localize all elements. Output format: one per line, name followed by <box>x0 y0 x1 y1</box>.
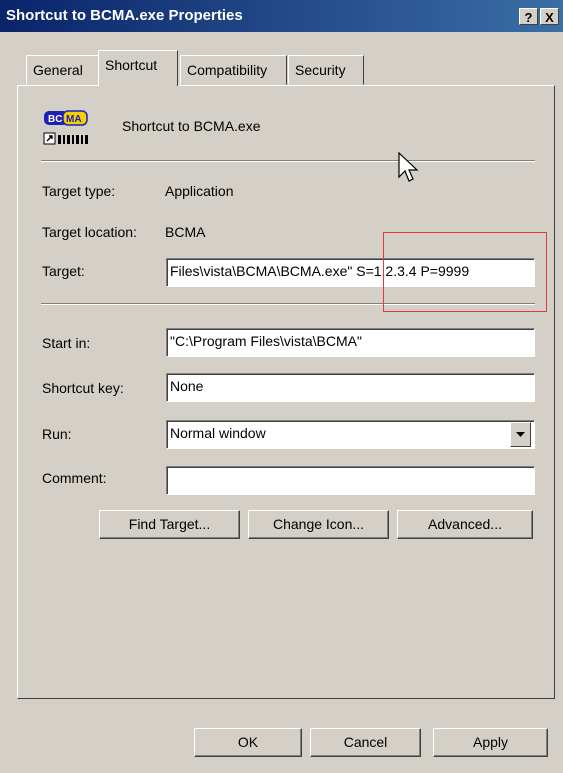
tab-shortcut[interactable]: Shortcut <box>98 50 178 86</box>
tab-compatibility[interactable]: Compatibility <box>180 55 287 85</box>
shortcut-name: Shortcut to BCMA.exe <box>122 118 261 134</box>
mouse-cursor-icon <box>398 152 419 182</box>
svg-text:BC: BC <box>48 114 62 125</box>
title-bar[interactable]: Shortcut to BCMA.exe Properties ? X <box>0 0 563 32</box>
find-target-button[interactable]: Find Target... <box>99 510 240 539</box>
target-type-label: Target type: <box>42 183 116 199</box>
separator-top <box>41 160 535 162</box>
run-select[interactable]: Normal window <box>166 420 535 449</box>
chevron-down-icon <box>516 432 525 437</box>
apply-button[interactable]: Apply <box>433 728 548 757</box>
target-location-label: Target location: <box>42 224 137 240</box>
properties-window: Shortcut to BCMA.exe Properties ? X Gene… <box>0 0 563 773</box>
comment-input[interactable] <box>166 466 535 495</box>
target-label: Target: <box>42 263 85 279</box>
target-location-value: BCMA <box>165 224 206 240</box>
target-type-value: Application <box>165 183 234 199</box>
barcode-icon <box>58 135 88 144</box>
advanced-button[interactable]: Advanced... <box>397 510 533 539</box>
change-icon-button[interactable]: Change Icon... <box>248 510 389 539</box>
run-label: Run: <box>42 426 72 442</box>
start-in-label: Start in: <box>42 335 91 351</box>
run-select-value: Normal window <box>170 425 266 441</box>
close-button[interactable]: X <box>540 8 559 25</box>
shortcut-arrow-icon <box>43 132 56 145</box>
help-button[interactable]: ? <box>519 8 538 25</box>
start-in-input[interactable]: "C:\Program Files\vista\BCMA" <box>166 328 535 357</box>
tab-general[interactable]: General <box>26 55 99 85</box>
svg-text:MA: MA <box>66 114 82 125</box>
run-dropdown-button[interactable] <box>510 422 531 447</box>
cancel-button[interactable]: Cancel <box>310 728 421 757</box>
comment-label: Comment: <box>42 470 107 486</box>
highlight-box <box>383 232 547 312</box>
tab-security[interactable]: Security <box>288 55 364 85</box>
bcma-logo-icon: BC MA <box>44 110 88 126</box>
ok-button[interactable]: OK <box>194 728 302 757</box>
shortcut-key-input[interactable]: None <box>166 373 535 402</box>
window-title: Shortcut to BCMA.exe Properties <box>6 7 243 24</box>
bcma-shortcut-icon: BC MA <box>43 110 88 145</box>
shortcut-key-label: Shortcut key: <box>42 380 124 396</box>
